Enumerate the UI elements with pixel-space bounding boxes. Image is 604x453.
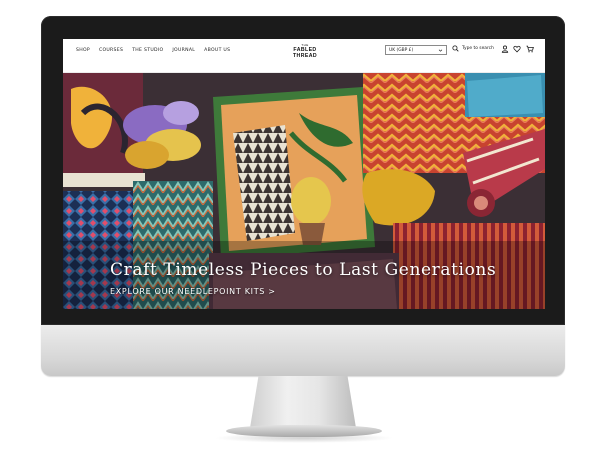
hero-cta-link[interactable]: EXPLORE OUR NEEDLEPOINT KITS >: [110, 287, 276, 296]
account-button[interactable]: [501, 45, 509, 53]
hero-banner: Craft Timeless Pieces to Last Generation…: [63, 73, 545, 309]
nav-item-about-us[interactable]: ABOUT US: [204, 48, 230, 53]
hero-title: Craft Timeless Pieces to Last Generation…: [110, 260, 497, 280]
search-icon: [452, 45, 459, 52]
logo-line-3: THREAD: [292, 53, 317, 60]
search-placeholder: Type to search: [462, 46, 494, 51]
monitor-chin: [41, 325, 565, 376]
chevron-down-icon: [438, 49, 443, 52]
wishlist-button[interactable]: [513, 45, 521, 53]
nav-item-the-studio[interactable]: THE STUDIO: [132, 48, 163, 53]
currency-value: UK (GBP £): [389, 47, 414, 53]
main-nav: SHOP COURSES THE STUDIO JOURNAL ABOUT US: [76, 48, 230, 53]
site-header: SHOP COURSES THE STUDIO JOURNAL ABOUT US…: [63, 39, 545, 73]
monitor-stand-base: [226, 425, 382, 437]
browser-screen: SHOP COURSES THE STUDIO JOURNAL ABOUT US…: [63, 39, 545, 309]
site-logo[interactable]: THE FABLED THREAD: [285, 44, 325, 59]
search-field[interactable]: Type to search: [452, 45, 494, 52]
currency-select[interactable]: UK (GBP £): [385, 45, 447, 55]
nav-item-shop[interactable]: SHOP: [76, 48, 90, 53]
nav-item-courses[interactable]: COURSES: [99, 48, 123, 53]
cart-button[interactable]: [526, 45, 534, 53]
cart-icon: [526, 45, 534, 53]
monitor-stand-neck: [250, 376, 356, 428]
account-icon: [501, 45, 509, 53]
nav-item-journal[interactable]: JOURNAL: [172, 48, 195, 53]
wishlist-icon: [513, 45, 521, 53]
